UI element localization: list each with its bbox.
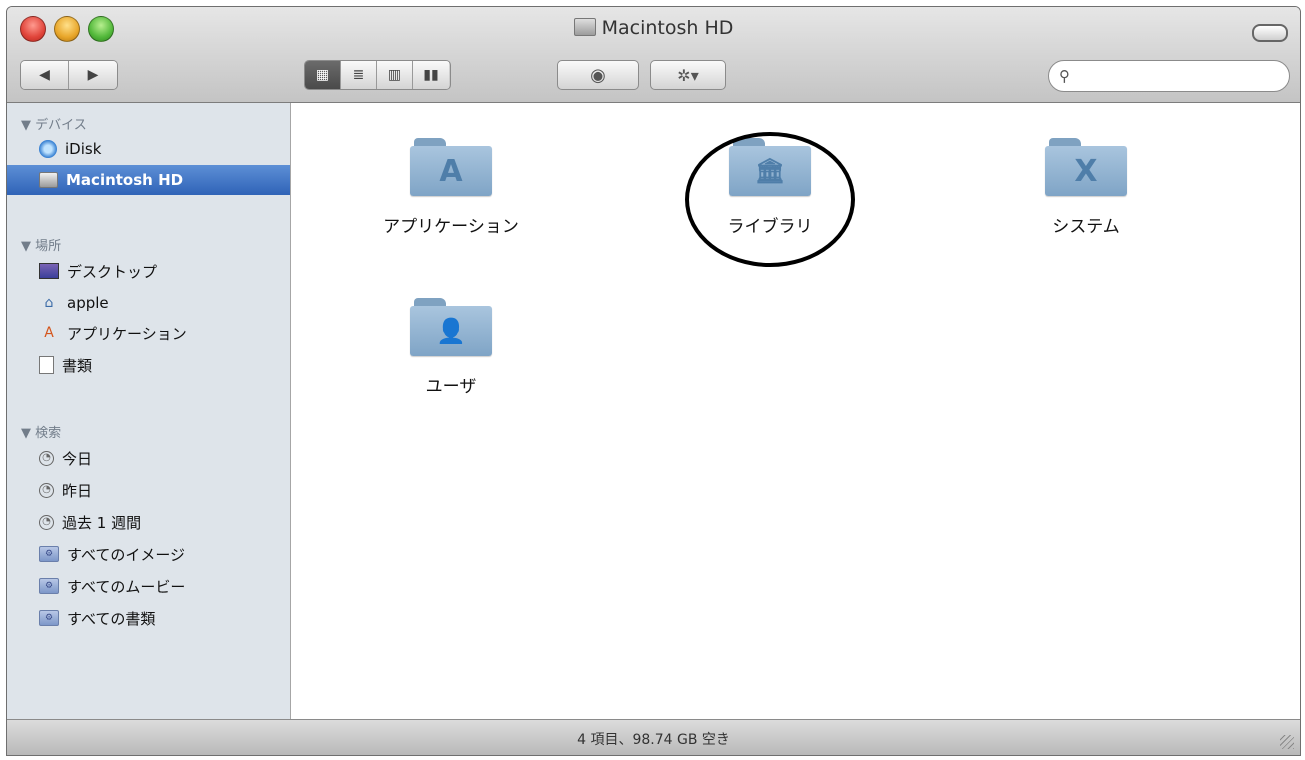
sidebar-item-label: apple	[67, 294, 109, 312]
desktop-icon	[39, 263, 59, 279]
sidebar-item-label: Macintosh HD	[66, 171, 184, 189]
sidebar-item-idisk[interactable]: iDisk	[7, 135, 290, 163]
sidebar-item-applications[interactable]: A アプリケーション	[7, 319, 290, 347]
sidebar-item-all-images[interactable]: ⚙ すべてのイメージ	[7, 540, 290, 568]
sidebar: ▼ デバイス iDisk Macintosh HD ▼ 場所 デスクトップ ⌂ a…	[7, 103, 291, 719]
hard-drive-icon	[573, 18, 596, 36]
folder-item-users[interactable]: 👤 ユーザ	[351, 298, 551, 397]
icon-view-button[interactable]: ▦	[305, 61, 341, 89]
forward-arrow-icon: ▶	[87, 67, 99, 83]
finder-window: Macintosh HD ◀ ▶ ▦ ≣ ▥ ▮▮ ◉ ✲▾ ⚲ ▼ デバイス …	[6, 6, 1301, 756]
sidebar-item-label: 過去 1 週間	[62, 513, 142, 532]
sidebar-item-label: 書類	[62, 356, 93, 375]
smart-folder-icon: ⚙	[39, 546, 59, 562]
sidebar-item-label: すべての書類	[67, 609, 156, 628]
forward-button[interactable]: ▶	[69, 61, 117, 89]
status-bar: 4 項目、98.74 GB 空き	[7, 719, 1300, 755]
home-icon: ⌂	[44, 295, 54, 311]
column-view-button[interactable]: ▥	[377, 61, 413, 89]
sidebar-item-label: 昨日	[62, 481, 93, 500]
search-input[interactable]	[1079, 65, 1283, 89]
column-view-icon: ▥	[387, 67, 402, 83]
eye-icon: ◉	[590, 64, 606, 86]
sidebar-item-label: すべてのムービー	[67, 577, 186, 596]
clock-icon: ◔	[39, 482, 54, 498]
search-icon: ⚲	[1059, 67, 1070, 85]
quick-look-button[interactable]: ◉	[557, 60, 639, 90]
toolbar-toggle-button[interactable]	[1252, 24, 1288, 42]
sidebar-item-all-documents[interactable]: ⚙ すべての書類	[7, 604, 290, 632]
coverflow-view-icon: ▮▮	[423, 67, 439, 83]
back-forward-control: ◀ ▶	[20, 60, 118, 90]
smart-folder-icon: ⚙	[39, 578, 59, 594]
search-field[interactable]: ⚲	[1048, 60, 1290, 92]
sidebar-item-yesterday[interactable]: ◔ 昨日	[7, 476, 290, 504]
idisk-icon	[39, 140, 57, 158]
clock-icon: ◔	[39, 514, 54, 530]
smart-folder-icon: ⚙	[39, 610, 59, 626]
highlight-circle-annotation	[685, 132, 855, 267]
sidebar-item-label: アプリケーション	[67, 324, 187, 343]
file-icon-view: A アプリケーション 🏛 ライブラリ X システム 👤 ユーザ	[291, 103, 1300, 719]
sidebar-section-devices: ▼ デバイス	[21, 118, 87, 133]
sidebar-item-label: 今日	[62, 449, 93, 468]
sidebar-section-places: ▼ 場所	[21, 239, 62, 254]
folder-item-system[interactable]: X システム	[986, 138, 1186, 237]
folder-label: システム	[1052, 217, 1120, 237]
sidebar-item-macintosh-hd[interactable]: Macintosh HD	[7, 165, 290, 195]
back-arrow-icon: ◀	[39, 67, 50, 83]
sidebar-item-label: デスクトップ	[67, 262, 158, 281]
sidebar-item-all-movies[interactable]: ⚙ すべてのムービー	[7, 572, 290, 600]
gear-icon: ✲▾	[677, 65, 699, 85]
folder-label: アプリケーション	[383, 217, 519, 237]
applications-icon: A	[44, 325, 54, 341]
sidebar-item-documents[interactable]: 書類	[7, 351, 290, 379]
icon-view-icon: ▦	[315, 67, 330, 83]
sidebar-section-search: ▼ 検索	[21, 426, 62, 441]
applications-folder-icon: A	[410, 138, 492, 196]
users-folder-icon: 👤	[410, 298, 492, 356]
folder-item-applications[interactable]: A アプリケーション	[351, 138, 551, 237]
action-menu-button[interactable]: ✲▾	[650, 60, 726, 90]
coverflow-view-button[interactable]: ▮▮	[413, 61, 449, 89]
sidebar-item-today[interactable]: ◔ 今日	[7, 444, 290, 472]
folder-label: ユーザ	[425, 377, 477, 397]
sidebar-item-apple-home[interactable]: ⌂ apple	[7, 289, 290, 317]
toolbar: Macintosh HD ◀ ▶ ▦ ≣ ▥ ▮▮ ◉ ✲▾ ⚲	[7, 7, 1300, 103]
list-view-icon: ≣	[352, 67, 365, 83]
list-view-button[interactable]: ≣	[341, 61, 377, 89]
sidebar-item-label: すべてのイメージ	[67, 545, 186, 564]
hard-drive-icon	[39, 172, 58, 188]
resize-grip-icon[interactable]	[1280, 735, 1294, 749]
sidebar-item-past-week[interactable]: ◔ 過去 1 週間	[7, 508, 290, 536]
status-text: 4 項目、98.74 GB 空き	[577, 732, 730, 748]
window-title: Macintosh HD	[7, 17, 1300, 39]
window-title-text: Macintosh HD	[601, 17, 734, 39]
clock-icon: ◔	[39, 450, 54, 466]
sidebar-item-label: iDisk	[65, 140, 102, 158]
sidebar-item-desktop[interactable]: デスクトップ	[7, 257, 290, 285]
document-icon	[39, 356, 54, 374]
back-button[interactable]: ◀	[21, 61, 69, 89]
view-mode-control: ▦ ≣ ▥ ▮▮	[304, 60, 451, 90]
system-folder-icon: X	[1045, 138, 1127, 196]
